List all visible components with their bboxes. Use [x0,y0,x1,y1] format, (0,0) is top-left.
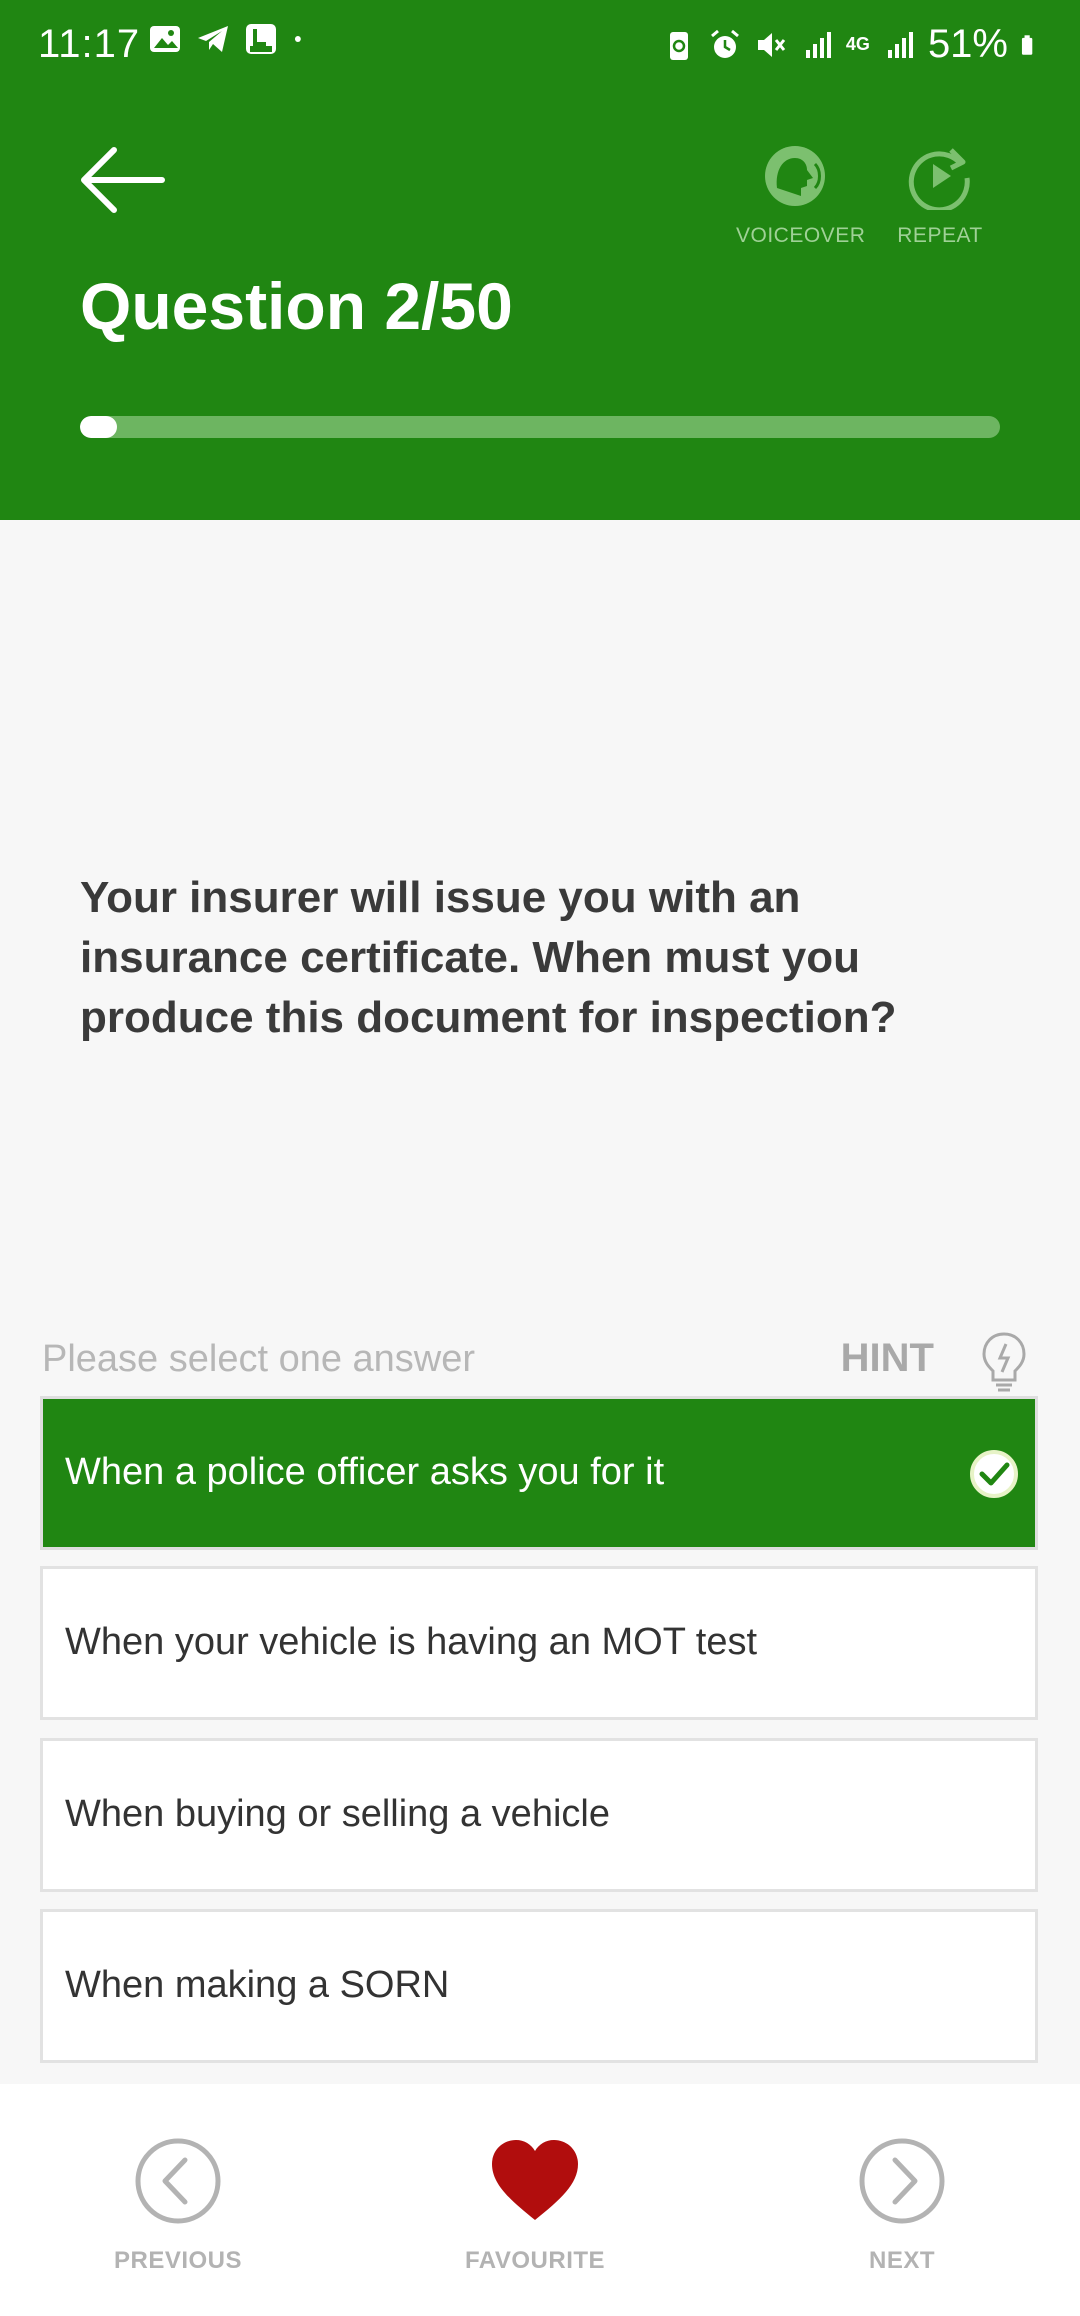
favourite-label: FAVOURITE [464,2247,606,2274]
select-prompt: Please select one answer [42,1338,476,1380]
header: 11:17 4G 51% VOICEOVER REPEAT Question 2… [0,0,1080,520]
next-label: NEXT [868,2247,935,2274]
battery-saver-icon [669,31,688,60]
question-counter: Question 2/50 [80,269,513,343]
mute-icon [757,32,786,57]
bottom-navigation: PREVIOUS FAVOURITE NEXT [0,2084,1080,2316]
answer-label: When making a SORN [65,1964,450,2006]
status-time: 11:17 [38,22,141,66]
signal-icon [887,31,913,58]
chevron-right-icon [859,2138,945,2224]
telegram-icon [198,26,228,52]
repeat-button[interactable]: REPEAT [890,140,990,248]
answer-label: When your vehicle is having an MOT test [65,1621,758,1663]
voiceover-button[interactable]: VOICEOVER [736,140,865,248]
answer-option-1[interactable]: When a police officer asks you for it [40,1396,1038,1550]
gallery-icon [150,26,180,52]
alarm-icon [710,29,739,58]
network-type: 4G [845,34,870,54]
progress-bar [80,416,1000,438]
repeat-icon [908,148,970,213]
voiceover-label: VOICEOVER [736,224,866,247]
answer-option-2[interactable]: When your vehicle is having an MOT test [40,1566,1038,1720]
status-bar: 11:17 4G 51% [0,0,1080,92]
voiceover-icon [765,146,829,206]
answer-label: When a police officer asks you for it [65,1451,665,1493]
answer-option-4[interactable]: When making a SORN [40,1909,1038,2063]
lightbulb-icon[interactable] [976,1330,1032,1394]
signal-icon [805,31,831,58]
repeat-label: REPEAT [897,224,983,247]
status-right: 4G 51% [662,22,1042,67]
favourite-button[interactable]: FAVOURITE [460,2136,610,2275]
status-left-icons [148,22,312,56]
back-arrow-icon[interactable] [78,140,168,220]
chevron-left-icon [135,2138,221,2224]
next-button[interactable]: NEXT [832,2136,972,2275]
previous-button[interactable]: PREVIOUS [108,2136,248,2275]
answer-header: Please select one answer HINT [42,1330,1038,1392]
progress-fill [80,416,117,438]
previous-label: PREVIOUS [113,2247,243,2274]
dot-icon [294,36,301,42]
answer-label: When buying or selling a vehicle [65,1793,610,1835]
battery-icon [1021,34,1033,55]
heart-icon [492,2140,578,2220]
check-circle-icon [970,1450,1018,1498]
answer-option-3[interactable]: When buying or selling a vehicle [40,1738,1038,1892]
battery-percent: 51% [927,22,1008,66]
question-text: Your insurer will issue you with an insu… [80,873,897,1042]
app-4in1-icon [246,24,276,54]
hint-button[interactable]: HINT [841,1336,934,1381]
